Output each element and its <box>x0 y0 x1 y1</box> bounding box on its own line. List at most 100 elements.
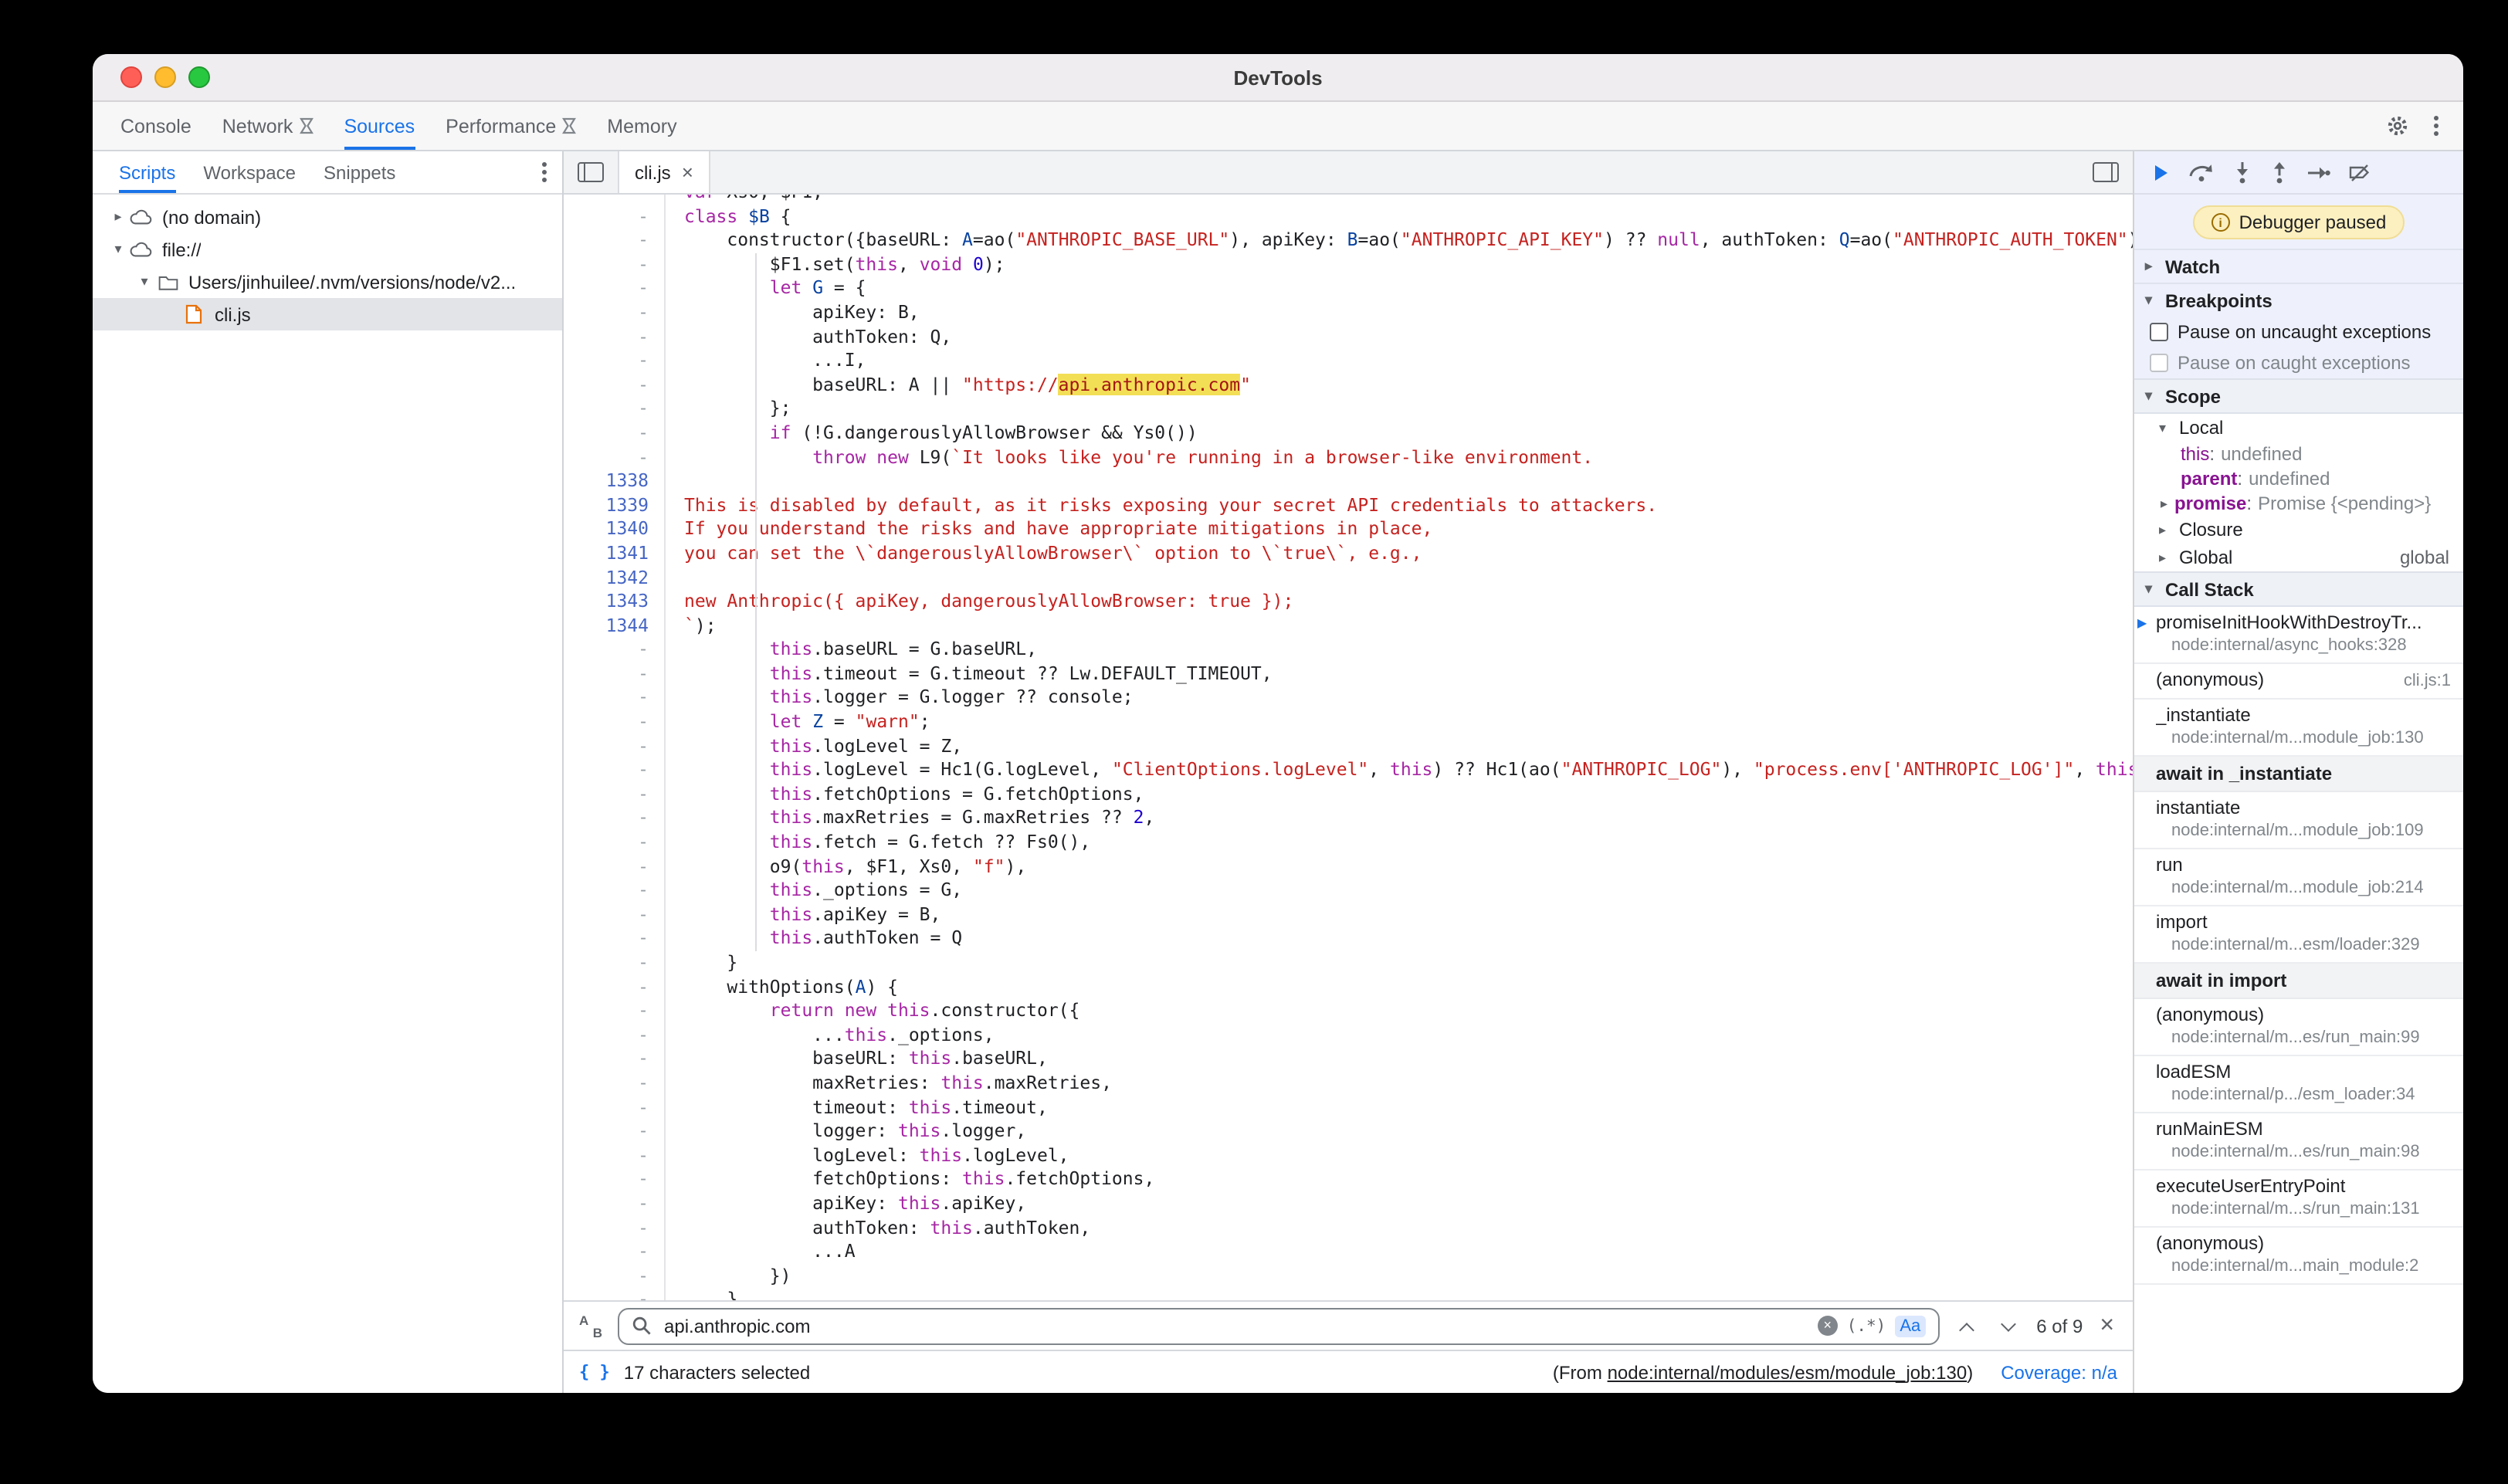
scope-variable-parent[interactable]: parent:undefined <box>2134 466 2463 491</box>
tree-item-cli-js[interactable]: cli.js <box>93 298 562 330</box>
step-into-icon[interactable] <box>2233 161 2252 183</box>
section-call-stack[interactable]: ▾ Call Stack <box>2134 571 2463 607</box>
line-gutter[interactable]: - <box>564 999 666 1023</box>
coverage-link[interactable]: Coverage: n/a <box>2001 1361 2117 1383</box>
line-gutter[interactable]: - <box>564 205 666 229</box>
step-out-icon[interactable] <box>2270 161 2289 183</box>
section-breakpoints[interactable]: ▾ Breakpoints <box>2134 283 2463 317</box>
line-gutter[interactable]: - <box>564 277 666 301</box>
line-gutter[interactable]: - <box>564 734 666 758</box>
tree-item-users-jinhuilee-nvm-versions-node-v2-[interactable]: ▾Users/jinhuilee/.nvm/versions/node/v2..… <box>93 266 562 298</box>
source-origin-link[interactable]: node:internal/modules/esm/module_job:130 <box>1608 1361 1967 1383</box>
line-gutter[interactable]: - <box>564 325 666 349</box>
line-gutter[interactable]: - <box>564 1120 666 1143</box>
section-watch[interactable]: ▸ Watch <box>2134 249 2463 283</box>
line-gutter[interactable]: - <box>564 398 666 422</box>
tree-item--no-domain-[interactable]: ▸(no domain) <box>93 201 562 233</box>
line-gutter[interactable]: - <box>564 1240 666 1264</box>
chevron-down-icon[interactable]: ▾ <box>108 241 128 258</box>
settings-gear-icon[interactable] <box>2386 114 2409 137</box>
call-stack-frame[interactable]: executeUserEntryPointnode:internal/m...s… <box>2134 1171 2463 1228</box>
line-gutter[interactable]: - <box>564 662 666 686</box>
tree-item-file-[interactable]: ▾file:// <box>93 233 562 266</box>
line-gutter[interactable]: 1338 <box>564 469 666 493</box>
tab-console[interactable]: Console <box>120 102 191 150</box>
call-stack-frame[interactable]: importnode:internal/m...esm/loader:329 <box>2134 906 2463 964</box>
line-gutter[interactable]: 1340 <box>564 518 666 542</box>
line-gutter[interactable]: 1344 <box>564 614 666 638</box>
line-gutter[interactable]: - <box>564 1216 666 1240</box>
call-stack-frame[interactable]: (anonymous)node:internal/m...es/run_main… <box>2134 999 2463 1056</box>
line-gutter[interactable]: - <box>564 639 666 662</box>
previous-match-button[interactable] <box>1953 1312 1981 1340</box>
step-over-icon[interactable] <box>2188 162 2215 182</box>
line-gutter[interactable]: - <box>564 446 666 469</box>
line-gutter[interactable]: - <box>564 927 666 951</box>
ab-order-icon[interactable]: AB <box>579 1313 604 1338</box>
tab-sources[interactable]: Sources <box>344 102 415 150</box>
call-stack-frame[interactable]: (anonymous)cli.js:1 <box>2134 664 2463 700</box>
line-gutter[interactable]: - <box>564 710 666 734</box>
scope-variable-this[interactable]: this:undefined <box>2134 442 2463 466</box>
step-icon[interactable] <box>2307 163 2330 181</box>
section-scope[interactable]: ▾ Scope <box>2134 378 2463 414</box>
line-gutter[interactable]: - <box>564 903 666 927</box>
chevron-down-icon[interactable]: ▾ <box>134 273 154 290</box>
pretty-print-icon[interactable]: { } <box>579 1362 610 1382</box>
close-search-icon[interactable]: × <box>2096 1313 2117 1338</box>
scope-group-closure[interactable]: ▸Closure <box>2134 516 2463 544</box>
line-gutter[interactable]: - <box>564 1264 666 1288</box>
tab-network[interactable]: Network <box>222 102 314 150</box>
toggle-debugger-sidebar-icon[interactable] <box>2093 162 2119 182</box>
resume-icon[interactable] <box>2151 163 2170 181</box>
line-gutter[interactable]: - <box>564 1144 666 1168</box>
line-gutter[interactable]: - <box>564 951 666 975</box>
toggle-navigator-icon[interactable] <box>578 162 604 182</box>
window-titlebar[interactable]: DevTools <box>93 54 2463 102</box>
line-gutter[interactable]: - <box>564 807 666 831</box>
scope-variable-promise[interactable]: ▸promise:Promise {<pending>} <box>2134 491 2463 516</box>
line-gutter[interactable]: - <box>564 195 666 205</box>
close-tab-icon[interactable]: × <box>682 162 693 182</box>
line-gutter[interactable]: - <box>564 374 666 398</box>
regex-toggle[interactable]: (.*) <box>1847 1316 1886 1335</box>
next-match-button[interactable] <box>1995 1312 2022 1340</box>
navigator-more-options-icon[interactable] <box>539 159 550 185</box>
line-gutter[interactable]: - <box>564 686 666 710</box>
search-input[interactable] <box>661 1313 1808 1338</box>
line-gutter[interactable]: - <box>564 831 666 855</box>
line-gutter[interactable]: - <box>564 1289 666 1300</box>
line-gutter[interactable]: 1341 <box>564 542 666 566</box>
navigator-tab-snippets[interactable]: Snippets <box>324 151 395 193</box>
chevron-right-icon[interactable]: ▸ <box>108 208 128 225</box>
line-gutter[interactable]: - <box>564 879 666 903</box>
call-stack-frame[interactable]: instantiatenode:internal/m...module_job:… <box>2134 792 2463 849</box>
file-tab-clijs[interactable]: cli.js × <box>618 151 710 193</box>
line-gutter[interactable]: - <box>564 253 666 277</box>
line-gutter[interactable]: 1342 <box>564 566 666 590</box>
line-gutter[interactable]: - <box>564 1168 666 1192</box>
line-gutter[interactable]: - <box>564 1072 666 1096</box>
line-gutter[interactable]: 1339 <box>564 493 666 517</box>
checkbox[interactable] <box>2150 323 2168 341</box>
call-stack-frame[interactable]: (anonymous)node:internal/m...main_module… <box>2134 1228 2463 1285</box>
more-options-icon[interactable] <box>2431 113 2442 139</box>
call-stack-frame[interactable]: runnode:internal/m...module_job:214 <box>2134 849 2463 906</box>
line-gutter[interactable]: - <box>564 229 666 252</box>
tab-memory[interactable]: Memory <box>607 102 676 150</box>
navigator-tab-workspace[interactable]: Workspace <box>203 151 296 193</box>
line-gutter[interactable]: 1343 <box>564 590 666 614</box>
line-gutter[interactable]: - <box>564 301 666 325</box>
navigator-tab-scripts[interactable]: Scripts <box>119 151 175 193</box>
match-case-toggle[interactable]: Aa <box>1895 1315 1925 1337</box>
scope-group-local[interactable]: ▾Local <box>2134 414 2463 442</box>
tab-performance[interactable]: Performance <box>446 102 576 150</box>
call-stack-frame[interactable]: loadESMnode:internal/p.../esm_loader:34 <box>2134 1056 2463 1113</box>
clear-search-icon[interactable]: × <box>1818 1316 1838 1336</box>
line-gutter[interactable]: - <box>564 855 666 879</box>
line-gutter[interactable]: - <box>564 1096 666 1120</box>
call-stack-frame[interactable]: ▶promiseInitHookWithDestroyTr...node:int… <box>2134 607 2463 664</box>
line-gutter[interactable]: - <box>564 1024 666 1048</box>
call-stack-frame[interactable]: runMainESMnode:internal/m...es/run_main:… <box>2134 1113 2463 1171</box>
line-gutter[interactable]: - <box>564 975 666 999</box>
